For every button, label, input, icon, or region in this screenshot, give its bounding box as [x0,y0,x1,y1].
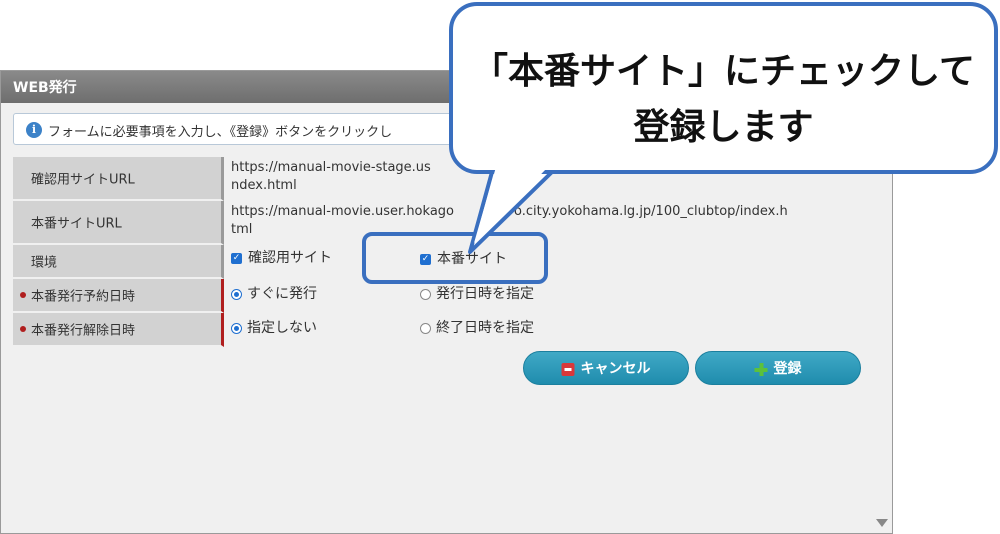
callout-tail-cover [474,167,548,243]
